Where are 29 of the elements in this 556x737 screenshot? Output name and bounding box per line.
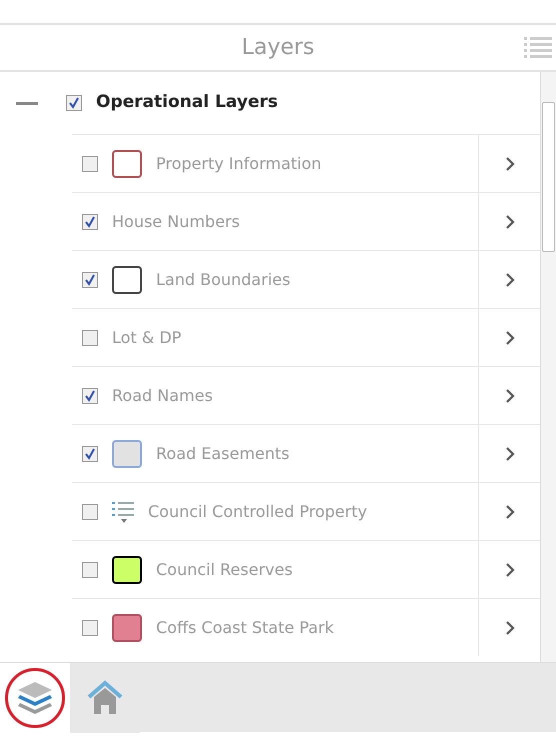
checkbox[interactable] [82,156,98,172]
layer-name: Property Information [156,152,322,174]
group-label: Operational Layers [96,91,278,114]
layer-name: Lot & DP [112,326,182,348]
panel-title: Layers [242,34,314,62]
checkbox[interactable] [82,388,98,404]
legend-list-icon [112,500,134,524]
layers-icon [16,680,54,716]
layer-name: Road Names [112,384,213,406]
layer-name: Council Reserves [156,558,293,580]
layer-name: House Numbers [112,210,240,232]
layers-button[interactable] [0,662,70,732]
checkbox[interactable] [82,562,98,578]
checkbox[interactable] [82,504,98,520]
checkbox[interactable] [82,214,98,230]
layer-name: Council Controlled Property [148,500,368,522]
layer-name: Coffs Coast State Park [156,616,334,638]
home-icon [86,680,124,716]
scrollbar-thumb[interactable] [542,102,555,252]
checkbox[interactable] [66,95,82,111]
checkbox[interactable] [82,446,98,462]
layer-name: Road Easements [156,442,290,464]
collapse-icon[interactable] [16,102,38,104]
checkbox[interactable] [82,330,98,346]
list-menu-icon[interactable] [524,35,552,59]
checkbox[interactable] [82,272,98,288]
scrollbar[interactable] [540,72,556,662]
layer-name: Land Boundaries [156,268,290,290]
checkbox[interactable] [82,620,98,636]
